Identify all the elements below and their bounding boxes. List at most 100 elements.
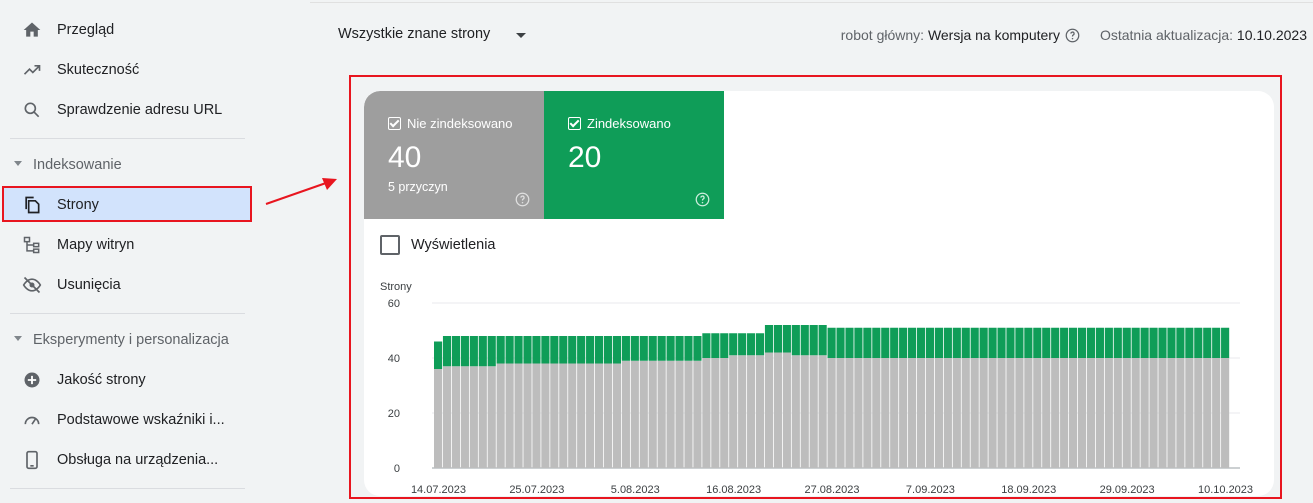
- bar-not-indexed: [648, 360, 657, 468]
- bar-not-indexed: [961, 358, 970, 468]
- sidebar-item-overview[interactable]: Przegląd: [0, 10, 262, 50]
- bar-not-indexed: [460, 366, 469, 468]
- bar-not-indexed: [952, 358, 961, 468]
- bar-not-indexed: [514, 363, 523, 468]
- bar-not-indexed: [988, 358, 997, 468]
- sidebar-item-label: Jakość strony: [57, 372, 146, 388]
- bar-not-indexed: [532, 363, 541, 468]
- bar-indexed: [514, 336, 523, 364]
- bar-indexed: [729, 333, 738, 356]
- bar-indexed: [442, 336, 452, 367]
- bar-indexed: [478, 336, 487, 367]
- search-icon: [24, 102, 40, 118]
- sidebar-item-label: Mapy witryn: [57, 237, 135, 253]
- index-coverage-card: Nie zindeksowano 40 5 przyczyn Zindeksow…: [364, 91, 1274, 496]
- bar-indexed: [1212, 327, 1221, 358]
- bar-not-indexed: [1212, 358, 1221, 468]
- bar-not-indexed: [639, 360, 648, 468]
- bar-indexed: [1113, 327, 1122, 358]
- bar-indexed: [711, 333, 720, 358]
- plus-circle-icon: [24, 372, 40, 388]
- bar-not-indexed: [1104, 358, 1113, 468]
- crawl-meta: robot główny: Wersja na komputery Ostatn…: [841, 27, 1307, 43]
- views-toggle[interactable]: Wyświetlenia: [380, 235, 495, 255]
- divider: [10, 313, 245, 314]
- tile-indexed[interactable]: Zindeksowano 20: [544, 91, 724, 219]
- pages-filter-dropdown[interactable]: Wszystkie znane strony: [338, 26, 490, 42]
- tile-not-indexed[interactable]: Nie zindeksowano 40 5 przyczyn: [364, 91, 544, 219]
- bar-indexed: [943, 327, 952, 358]
- bar-indexed: [1006, 327, 1015, 358]
- checkbox-checked-icon[interactable]: [388, 117, 401, 130]
- bar-not-indexed: [693, 360, 702, 468]
- help-icon[interactable]: [515, 192, 530, 207]
- section-label: Eksperymenty i personalizacja: [33, 332, 229, 348]
- bar-indexed: [872, 327, 881, 358]
- bar-indexed: [782, 325, 791, 353]
- bar-indexed: [630, 336, 639, 361]
- bar-indexed: [890, 327, 899, 358]
- bar-not-indexed: [747, 355, 756, 468]
- tile-header: Zindeksowano: [568, 116, 671, 131]
- x-tick-label: 5.08.2023: [611, 484, 660, 496]
- bar-indexed: [800, 325, 809, 356]
- bar-indexed: [496, 336, 505, 364]
- x-tick-label: 16.08.2023: [706, 484, 761, 496]
- bar-not-indexed: [1176, 358, 1185, 468]
- checkbox-checked-icon[interactable]: [568, 117, 581, 130]
- bar-not-indexed: [1024, 358, 1033, 468]
- bar-indexed: [586, 336, 595, 364]
- bar-not-indexed: [1033, 358, 1042, 468]
- bar-not-indexed: [818, 355, 827, 468]
- bar-not-indexed: [755, 355, 765, 468]
- help-icon[interactable]: [695, 192, 710, 207]
- sidebar-item-label: Podstawowe wskaźniki i...: [57, 412, 225, 428]
- bar-not-indexed: [738, 355, 747, 468]
- views-label: Wyświetlenia: [411, 237, 496, 253]
- bar-indexed: [791, 325, 800, 356]
- bar-not-indexed: [1095, 358, 1104, 468]
- sidebar-item-page-experience[interactable]: Jakość strony: [0, 360, 262, 400]
- x-tick-label: 18.09.2023: [1001, 484, 1056, 496]
- bar-indexed: [1131, 327, 1140, 358]
- section-indexing[interactable]: Indeksowanie: [0, 150, 262, 180]
- section-experiments[interactable]: Eksperymenty i personalizacja: [0, 325, 262, 355]
- section-label: Indeksowanie: [33, 157, 122, 173]
- bar-indexed: [988, 327, 997, 358]
- help-icon[interactable]: [1065, 28, 1080, 43]
- sidebar-item-label: Strony: [57, 197, 99, 213]
- x-tick-label: 27.08.2023: [804, 484, 859, 496]
- bar-indexed: [693, 336, 702, 361]
- bar-not-indexed: [729, 355, 738, 468]
- trending-up-icon: [23, 65, 41, 75]
- bar-not-indexed: [621, 360, 630, 468]
- bar-indexed: [899, 327, 908, 358]
- sidebar-item-performance[interactable]: Skuteczność: [0, 50, 262, 90]
- gauge-icon: [24, 416, 40, 425]
- bar-indexed: [979, 327, 988, 358]
- sidebar-item-mobile-usability[interactable]: Obsługa na urządzenia...: [0, 440, 262, 480]
- dropdown-arrow-icon[interactable]: [516, 33, 526, 38]
- sidebar-item-sitemaps[interactable]: Mapy witryn: [0, 225, 262, 265]
- eye-off-icon: [22, 276, 42, 294]
- bar-indexed: [594, 336, 604, 364]
- sidebar-item-url-inspection[interactable]: Sprawdzenie adresu URL: [0, 90, 262, 130]
- sidebar-item-core-web-vitals[interactable]: Podstawowe wskaźniki i...: [0, 400, 262, 440]
- tile-value: 40: [388, 141, 422, 174]
- tile-header: Nie zindeksowano: [388, 116, 513, 131]
- y-tick-label: 20: [388, 408, 400, 420]
- sidebar-item-label: Sprawdzenie adresu URL: [57, 102, 223, 118]
- bar-indexed: [1140, 327, 1149, 358]
- bar-indexed: [961, 327, 970, 358]
- views-checkbox[interactable]: [380, 235, 400, 255]
- bar-not-indexed: [943, 358, 952, 468]
- bar-indexed: [970, 327, 979, 358]
- sidebar-item-pages[interactable]: Strony: [0, 185, 262, 225]
- y-tick-label: 40: [388, 353, 400, 365]
- bar-not-indexed: [1167, 358, 1176, 468]
- bar-not-indexed: [586, 363, 595, 468]
- sidebar-item-removals[interactable]: Usunięcia: [0, 265, 262, 305]
- bar-not-indexed: [1149, 358, 1158, 468]
- tile-label: Nie zindeksowano: [407, 116, 513, 131]
- bar-not-indexed: [630, 360, 639, 468]
